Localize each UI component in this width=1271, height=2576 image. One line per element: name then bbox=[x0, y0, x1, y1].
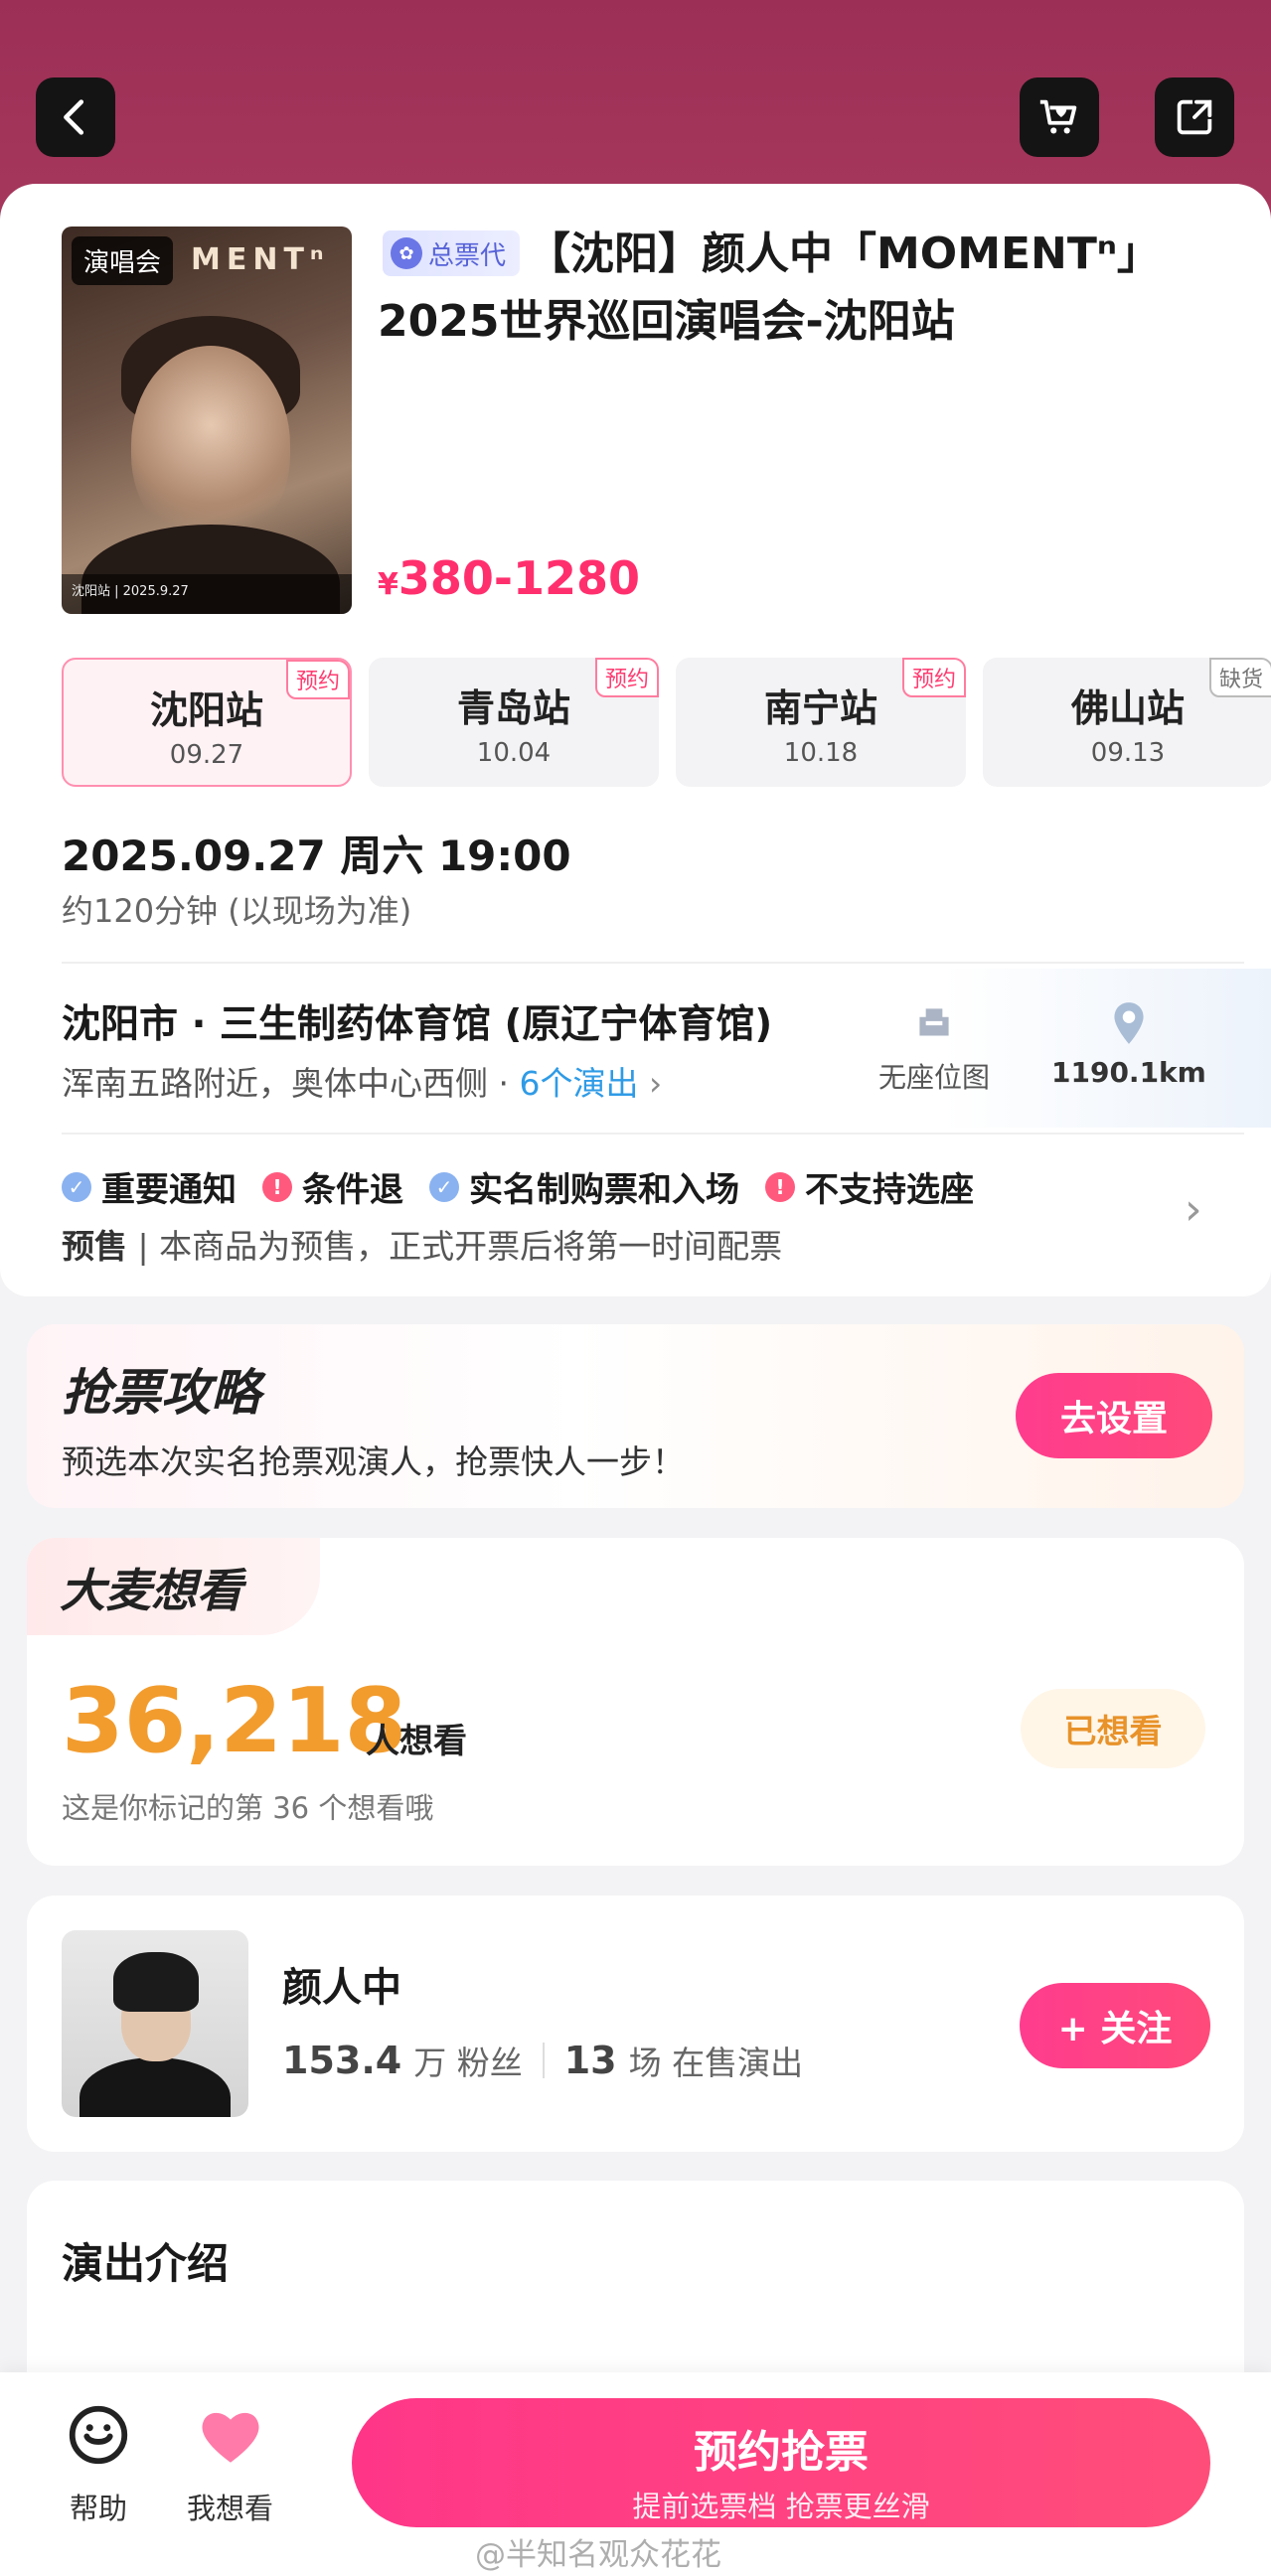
station-tab[interactable]: 青岛站 10.04 预约 bbox=[369, 658, 659, 787]
venue-name[interactable]: 沈阳市 · 三生制药体育馆 (原辽宁体育馆) bbox=[62, 993, 772, 1049]
strategy-subtitle: 预选本次实名抢票观演人，抢票快人一步！ bbox=[62, 1442, 685, 1481]
station-date: 10.04 bbox=[476, 738, 552, 768]
seat-icon bbox=[919, 1008, 949, 1036]
want-tag-title: 大麦想看 bbox=[60, 1564, 242, 1617]
artist-stats: 153.4 万 粉丝 13 场 在售演出 bbox=[282, 2037, 803, 2084]
want-count: 36,218 bbox=[62, 1669, 407, 1773]
venue-address[interactable]: 浑南五路附近，奥体中心西侧 · 6个演出 › bbox=[62, 1057, 662, 1105]
notice-label: 不支持选座 bbox=[805, 1170, 974, 1210]
want-tab-button[interactable]: 我想看 bbox=[187, 2396, 273, 2527]
station-status-tag: 预约 bbox=[285, 660, 350, 699]
station-status-tag: 预约 bbox=[901, 658, 966, 697]
fans-label: 万 粉丝 bbox=[413, 2044, 523, 2082]
location-pin-icon bbox=[1114, 1002, 1144, 1044]
poster-category-tag: 演唱会 bbox=[72, 236, 174, 285]
presale-text: | 本商品为预售，正式开票后将第一时间配票 bbox=[127, 1227, 783, 1266]
avatar-body bbox=[79, 2057, 231, 2117]
want-count-unit: 人想看 bbox=[366, 1722, 467, 1761]
price-currency: ¥ bbox=[378, 567, 398, 602]
go-settings-button[interactable]: 去设置 bbox=[1016, 1373, 1212, 1458]
station-date: 09.27 bbox=[169, 740, 244, 770]
follow-button[interactable]: + 关注 bbox=[1020, 1983, 1210, 2068]
notice-label: 重要通知 bbox=[101, 1170, 237, 1210]
presale-label: 预售 bbox=[62, 1227, 127, 1266]
event-poster[interactable]: MENTⁿ 演唱会 沈阳站 | 2025.9.27 bbox=[62, 227, 352, 614]
station-date: 09.13 bbox=[1090, 738, 1166, 768]
station-status-tag: 预约 bbox=[594, 658, 659, 697]
flower-logo-icon: ✿ bbox=[391, 237, 422, 269]
check-badge-icon: ✓ bbox=[429, 1171, 459, 1202]
price-range: ¥380-1280 bbox=[378, 551, 640, 605]
artist-name: 颜人中 bbox=[282, 1965, 401, 2011]
shows-label: 场 在售演出 bbox=[628, 2044, 804, 2082]
notice-label: 实名制购票和入场 bbox=[469, 1170, 739, 1210]
fans-count: 153.4 bbox=[282, 2039, 402, 2082]
intro-title: 演出介绍 bbox=[62, 2239, 230, 2288]
poster-title: MENTⁿ bbox=[191, 242, 330, 277]
want-subtitle: 这是你标记的第 36 个想看哦 bbox=[62, 1791, 434, 1825]
shows-count: 13 bbox=[563, 2039, 617, 2082]
share-button[interactable] bbox=[1155, 77, 1234, 157]
cart-heart-icon bbox=[1039, 99, 1077, 134]
station-tab[interactable]: 佛山站 09.13 缺货 bbox=[983, 658, 1271, 787]
venue-shows-link[interactable]: 6个演出 bbox=[519, 1064, 638, 1103]
show-duration: 约120分钟 (以现场为准) bbox=[62, 892, 412, 930]
distance-button[interactable]: 1190.1km bbox=[1051, 998, 1206, 1089]
help-button[interactable]: 帮助 bbox=[60, 2396, 137, 2527]
show-datetime: 2025.09.27 周六 19:00 bbox=[62, 832, 571, 880]
notice-item: ✓ 重要通知 bbox=[62, 1162, 237, 1211]
price-value: 380-1280 bbox=[397, 551, 641, 605]
station-status-tag: 缺货 bbox=[1208, 658, 1271, 697]
strategy-title: 抢票攻略 bbox=[62, 1364, 260, 1422]
station-selector: 沈阳站 09.27 预约 青岛站 10.04 预约 南宁站 10.18 预约 佛… bbox=[62, 658, 1271, 789]
divider bbox=[62, 1133, 1244, 1135]
station-tab[interactable]: 沈阳站 09.27 预约 bbox=[62, 658, 352, 787]
distance-value: 1190.1km bbox=[1051, 1056, 1206, 1089]
seat-map-label: 无座位图 bbox=[878, 1061, 991, 1094]
reserve-ticket-label: 预约抢票 bbox=[694, 2427, 869, 2478]
stats-separator bbox=[542, 2043, 545, 2078]
agent-badge: ✿ 总票代 bbox=[383, 230, 521, 276]
station-date: 10.18 bbox=[783, 738, 859, 768]
cart-button[interactable] bbox=[1020, 77, 1099, 157]
avatar-hair bbox=[113, 1952, 199, 2012]
alert-icon: ! bbox=[262, 1171, 292, 1202]
artist-avatar[interactable] bbox=[62, 1930, 248, 2117]
poster-face bbox=[131, 346, 290, 544]
chevron-right-icon[interactable]: › bbox=[1185, 1184, 1202, 1235]
chevron-right-icon: › bbox=[638, 1064, 663, 1103]
poster-footer: 沈阳站 | 2025.9.27 bbox=[62, 574, 352, 614]
alert-icon: ! bbox=[765, 1171, 795, 1202]
share-icon bbox=[1177, 99, 1212, 135]
help-label: 帮助 bbox=[69, 2492, 127, 2525]
notice-item: ✓ 实名制购票和入场 bbox=[429, 1162, 739, 1211]
back-button[interactable] bbox=[36, 77, 115, 157]
venue-address-text: 浑南五路附近，奥体中心西侧 · bbox=[62, 1064, 520, 1103]
wanted-button[interactable]: 已想看 bbox=[1021, 1689, 1205, 1768]
notice-item: ! 不支持选座 bbox=[765, 1162, 974, 1211]
check-badge-icon: ✓ bbox=[62, 1171, 91, 1202]
divider bbox=[62, 962, 1244, 964]
back-arrow-icon bbox=[64, 99, 84, 135]
heart-icon bbox=[192, 2396, 269, 2474]
station-tab[interactable]: 南宁站 10.18 预约 bbox=[676, 658, 966, 787]
want-tab-label: 我想看 bbox=[187, 2492, 274, 2525]
presale-note: 预售 | 本商品为预售，正式开票后将第一时间配票 bbox=[62, 1220, 782, 1268]
agent-badge-label: 总票代 bbox=[428, 240, 507, 271]
reserve-ticket-button[interactable]: 预约抢票 提前选票档 抢票更丝滑 bbox=[352, 2398, 1210, 2527]
reserve-ticket-sublabel: 提前选票档 抢票更丝滑 bbox=[632, 2490, 930, 2523]
notice-list[interactable]: ✓ 重要通知 ! 条件退 ✓ 实名制购票和入场 ! 不支持选座 bbox=[62, 1162, 974, 1211]
watermark: @半知名观众花花 bbox=[475, 2537, 721, 2573]
help-icon bbox=[60, 2396, 137, 2474]
notice-item: ! 条件退 bbox=[262, 1162, 403, 1211]
seat-map-button[interactable]: 无座位图 bbox=[878, 998, 990, 1096]
notice-label: 条件退 bbox=[302, 1170, 403, 1210]
